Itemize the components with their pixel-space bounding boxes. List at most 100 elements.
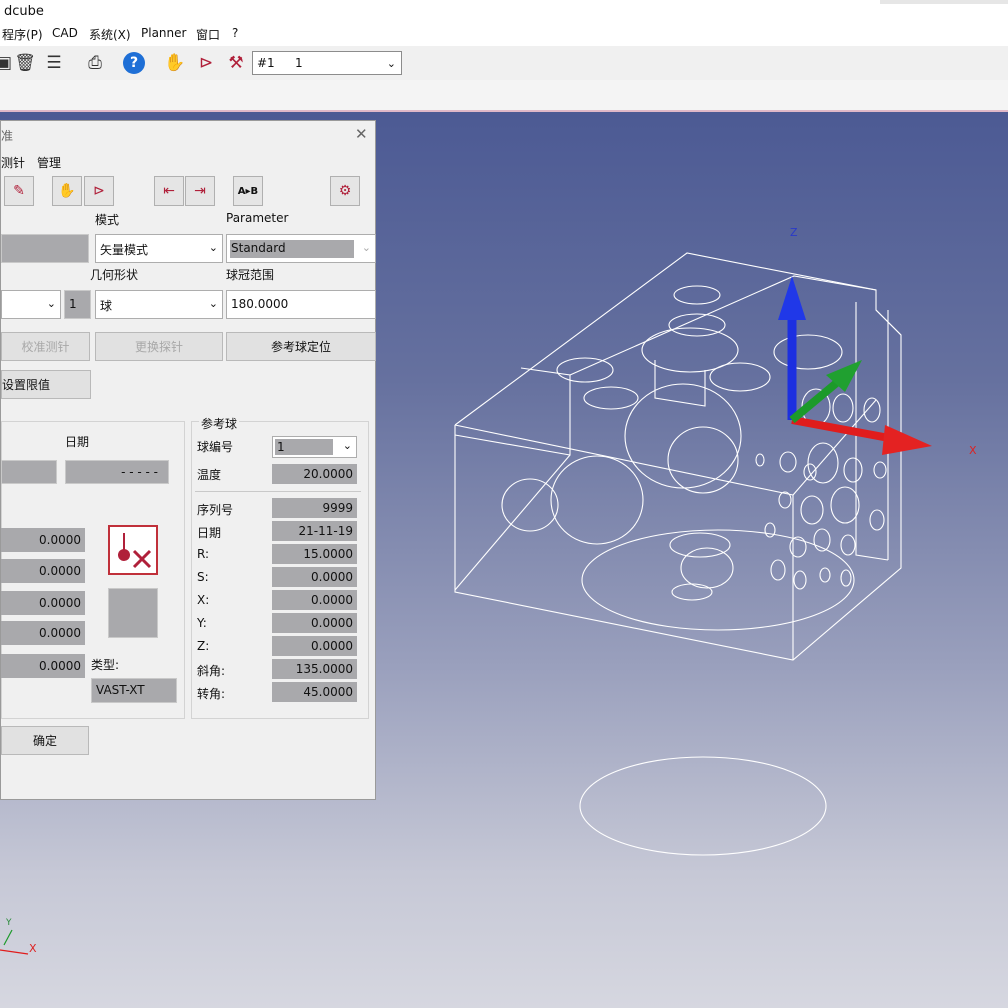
ref-sphere-locate-button[interactable]: 参考球定位 — [226, 332, 376, 361]
probe-calibration-dialog: 准 ✕ 测针 管理 ✎ ✋ ⊳ ⇤ ⇥ A▸B ⚙ 模式 Parameter 矢… — [0, 120, 376, 800]
edit-probe-icon[interactable]: ✎ — [4, 176, 34, 206]
crown-range-value: 180.0000 — [231, 297, 289, 311]
ref-row-value-x: 0.0000 — [272, 590, 357, 610]
secondary-toolbar — [0, 80, 1008, 112]
dialog-menu-probe[interactable]: 测针 — [1, 154, 25, 171]
ref-row-label-r: R: — [197, 547, 210, 561]
probe-selector[interactable]: #1 1 ⌄ — [252, 51, 402, 75]
geometry-count: 1 — [64, 290, 91, 319]
ref-row-value-rotation: 45.0000 — [272, 682, 357, 702]
parameter-dropdown[interactable]: Standard ⌄ — [226, 234, 376, 263]
set-limits-label: 设置限值 — [2, 378, 51, 392]
probe-angle-icon[interactable]: ⊳ — [84, 176, 114, 206]
help-icon[interactable]: ? — [122, 51, 146, 75]
left-value-4: 0.0000 — [1, 621, 85, 645]
ref-row-value-serial: 9999 — [272, 498, 357, 518]
list-icon[interactable]: ☰ — [42, 51, 66, 75]
menu-planner[interactable]: Planner — [141, 26, 186, 40]
date-label: 日期 — [65, 435, 90, 449]
title-bar: dcube — [0, 0, 1008, 26]
geometry-header: 几何形状 — [90, 268, 139, 282]
probe-hand-icon[interactable]: ✋ — [52, 176, 82, 206]
probe-preview — [108, 588, 158, 638]
probe-prefix: #1 — [257, 56, 275, 70]
temp-value: 20.0000 — [272, 464, 357, 484]
print-icon[interactable]: ⎙ — [83, 51, 107, 75]
probe-rack-icon[interactable]: ⚙ — [330, 176, 360, 206]
ref-row-value-s: 0.0000 — [272, 567, 357, 587]
parameter-value: Standard — [231, 241, 286, 255]
probe-tool-icon[interactable]: ⚒ — [224, 51, 248, 75]
probe-hand-icon[interactable]: ✋ — [163, 51, 187, 75]
probe-name-field — [1, 234, 89, 263]
mode-value: 矢量模式 — [100, 243, 149, 257]
ok-label: 确定 — [32, 734, 57, 748]
menu-system[interactable]: 系统(X) — [89, 26, 131, 43]
crown-range-field[interactable]: 180.0000 — [226, 290, 376, 319]
ball-no-dropdown[interactable]: 1 ⌄ — [272, 436, 357, 458]
menu-program[interactable]: 程序(P) — [2, 26, 43, 43]
ref-row-label-y: Y: — [197, 616, 207, 630]
geometry-dropdown[interactable]: 球 ⌄ — [95, 290, 223, 319]
temp-label: 温度 — [197, 468, 222, 482]
chevron-down-icon: ⌄ — [208, 297, 218, 310]
chevron-down-icon: ⌄ — [361, 241, 371, 254]
ok-button[interactable]: 确定 — [1, 726, 89, 755]
ref-row-label-s: S: — [197, 570, 209, 584]
type-label: 类型: — [91, 658, 120, 672]
ref-row-label-z: Z: — [197, 639, 210, 653]
window-title: dcube — [4, 4, 44, 19]
export-probe-icon[interactable]: ⇥ — [185, 176, 215, 206]
menu-bar: 程序(P) CAD 系统(X) Planner 窗口 ? — [0, 26, 1008, 46]
crown-range-header: 球冠范围 — [226, 268, 275, 282]
left-value-1: 0.0000 — [1, 528, 85, 552]
ball-no-label: 球编号 — [197, 440, 234, 454]
z-axis-label: Z — [790, 226, 798, 239]
chevron-down-icon: ⌄ — [46, 297, 56, 310]
corner-x-label: X — [29, 942, 37, 955]
corner-y-label: Y — [6, 918, 12, 928]
parameter-header: Parameter — [226, 211, 289, 225]
ref-row-label-rotation: 转角: — [197, 687, 226, 701]
delete-icon[interactable]: 🗑 — [13, 51, 37, 75]
window-controls[interactable] — [880, 0, 1008, 4]
ref-row-label-x: X: — [197, 593, 210, 607]
calibrate-probe-button[interactable]: 校准测针 — [1, 332, 90, 361]
chevron-down-icon: ⌄ — [342, 439, 352, 452]
probe-angle-icon[interactable]: ⊳ — [194, 51, 218, 75]
date-field: - - - - - — [65, 460, 169, 484]
close-icon[interactable]: ✕ — [355, 125, 368, 143]
menu-help[interactable]: ? — [232, 26, 238, 40]
import-probe-icon[interactable]: ⇤ — [154, 176, 184, 206]
probe-value: 1 — [295, 56, 303, 70]
ref-row-label-date: 日期 — [197, 526, 222, 540]
ref-row-value-tilt: 135.0000 — [272, 659, 357, 679]
chevron-down-icon: ⌄ — [386, 57, 396, 70]
main-toolbar: ▣ 🗑 ☰ ⎙ ? ✋ ⊳ ⚒ — [0, 46, 1008, 81]
ref-row-label-tilt: 斜角: — [197, 664, 226, 678]
probe-delete-icon[interactable] — [108, 525, 158, 575]
change-probe-button[interactable]: 更换探针 — [95, 332, 223, 361]
ball-no-value: 1 — [277, 440, 285, 454]
tip-dropdown[interactable]: ⌄ — [1, 290, 61, 319]
a-to-b-icon[interactable]: A▸B — [233, 176, 263, 206]
ref-row-value-date: 21-11-19 — [272, 521, 357, 541]
mode-header: 模式 — [95, 213, 120, 227]
left-value-5: 0.0000 — [1, 654, 85, 678]
ref-row-value-z: 0.0000 — [272, 636, 357, 656]
probe-date-start — [1, 460, 57, 484]
left-value-3: 0.0000 — [1, 591, 85, 615]
mode-dropdown[interactable]: 矢量模式 ⌄ — [95, 234, 223, 263]
chevron-down-icon: ⌄ — [208, 241, 218, 254]
dialog-menu-manage[interactable]: 管理 — [37, 154, 61, 171]
left-value-2: 0.0000 — [1, 559, 85, 583]
divider — [195, 491, 361, 492]
set-limits-button[interactable]: 设置限值 — [1, 370, 91, 399]
dialog-title: 准 — [1, 129, 14, 143]
menu-cad[interactable]: CAD — [52, 26, 78, 40]
type-value: VAST-XT — [91, 678, 177, 703]
menu-window[interactable]: 窗口 — [196, 26, 220, 43]
x-axis-label: X — [969, 444, 977, 457]
ref-row-value-r: 15.0000 — [272, 544, 357, 564]
ref-row-label-serial: 序列号 — [197, 503, 234, 517]
